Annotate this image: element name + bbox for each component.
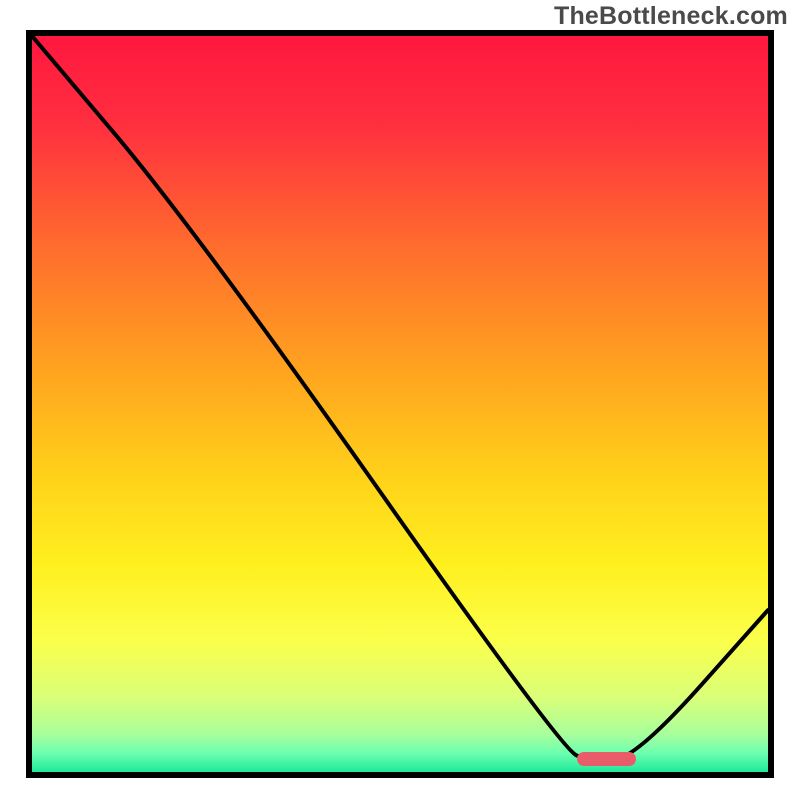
plot-frame [26,30,774,778]
chart-container: TheBottleneck.com [0,0,800,800]
optimal-marker [577,752,636,766]
watermark-text: TheBottleneck.com [554,2,788,31]
plot-area [32,36,768,772]
background-gradient [32,36,768,772]
